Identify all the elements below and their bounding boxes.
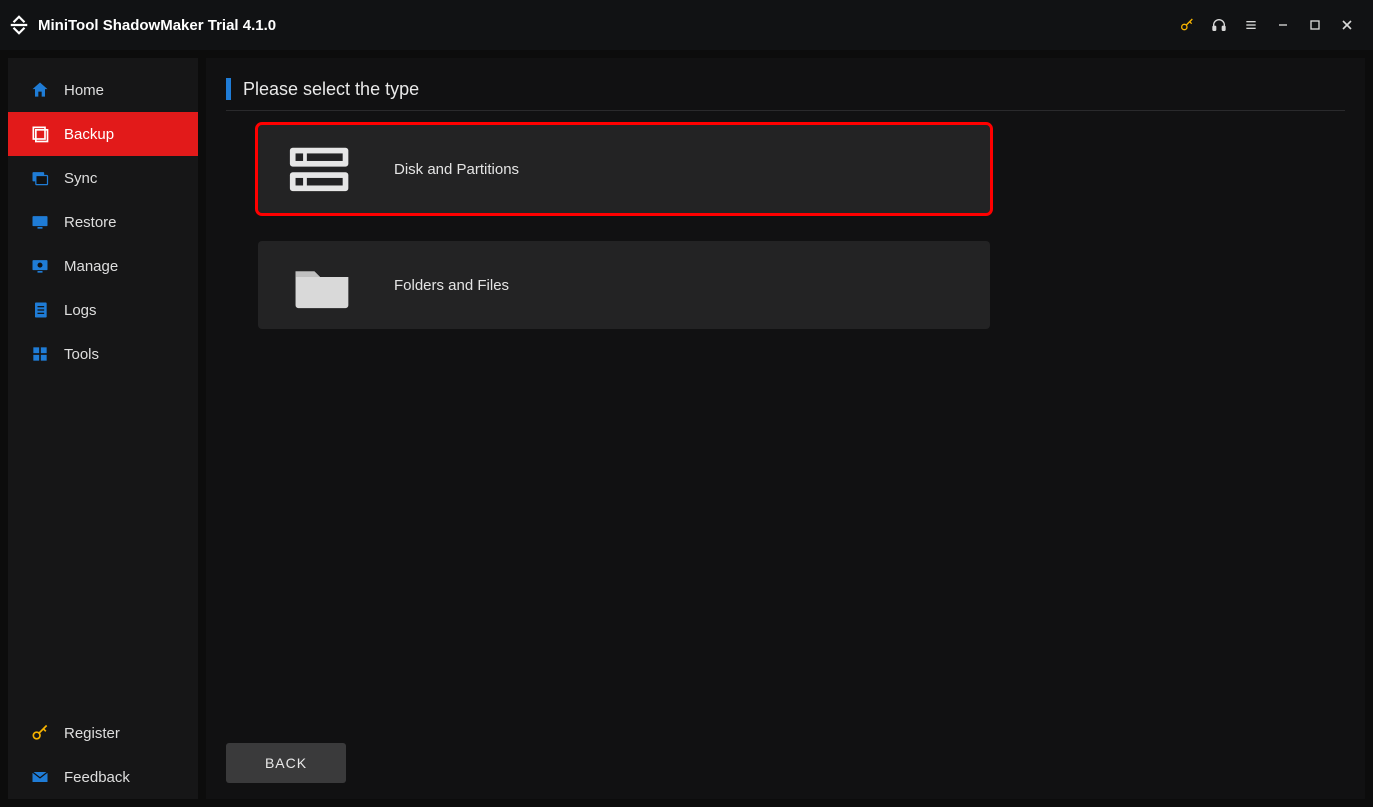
main-panel: Please select the type Disk <box>206 58 1365 799</box>
key-icon <box>30 723 50 743</box>
sidebar: Home Backup Sync <box>8 58 198 799</box>
home-icon <box>30 80 50 100</box>
sidebar-item-register[interactable]: Register <box>8 711 198 755</box>
minimize-button[interactable] <box>1267 9 1299 41</box>
sidebar-item-label: Register <box>64 725 120 742</box>
titlebar-headset-button[interactable] <box>1203 9 1235 41</box>
app-body: Home Backup Sync <box>0 50 1373 807</box>
option-label: Disk and Partitions <box>394 161 519 178</box>
titlebar: MiniTool ShadowMaker Trial 4.1.0 <box>0 0 1373 50</box>
manage-icon <box>30 256 50 276</box>
sidebar-item-label: Sync <box>64 170 97 187</box>
sidebar-item-tools[interactable]: Tools <box>8 332 198 376</box>
sidebar-item-sync[interactable]: Sync <box>8 156 198 200</box>
tools-icon <box>30 344 50 364</box>
footer-row: BACK <box>226 743 346 783</box>
mail-icon <box>30 767 50 787</box>
sidebar-item-home[interactable]: Home <box>8 68 198 112</box>
sidebar-nav: Home Backup Sync <box>8 68 198 376</box>
sidebar-item-manage[interactable]: Manage <box>8 244 198 288</box>
app-title: MiniTool ShadowMaker Trial 4.1.0 <box>38 17 276 34</box>
logs-icon <box>30 300 50 320</box>
sidebar-item-label: Tools <box>64 346 99 363</box>
option-label: Folders and Files <box>394 277 509 294</box>
sidebar-item-label: Manage <box>64 258 118 275</box>
option-folders-files[interactable]: Folders and Files <box>258 241 990 329</box>
restore-icon <box>30 212 50 232</box>
option-list: Disk and Partitions Folders and Files <box>226 125 1345 329</box>
folder-icon <box>288 258 354 312</box>
sidebar-item-label: Backup <box>64 126 114 143</box>
sidebar-item-backup[interactable]: Backup <box>8 112 198 156</box>
backup-icon <box>30 124 50 144</box>
option-disk-partitions[interactable]: Disk and Partitions <box>258 125 990 213</box>
heading-accent-bar <box>226 78 231 100</box>
disk-icon <box>288 142 354 196</box>
app-window: MiniTool ShadowMaker Trial 4.1.0 <box>0 0 1373 807</box>
sync-icon <box>30 168 50 188</box>
sidebar-item-label: Home <box>64 82 104 99</box>
maximize-button[interactable] <box>1299 9 1331 41</box>
app-logo-icon <box>8 14 30 36</box>
sidebar-item-label: Feedback <box>64 769 130 786</box>
heading-row: Please select the type <box>226 78 1345 111</box>
sidebar-bottom: Register Feedback <box>8 711 198 799</box>
page-heading: Please select the type <box>243 79 419 100</box>
titlebar-menu-button[interactable] <box>1235 9 1267 41</box>
sidebar-item-label: Logs <box>64 302 97 319</box>
sidebar-item-restore[interactable]: Restore <box>8 200 198 244</box>
sidebar-item-feedback[interactable]: Feedback <box>8 755 198 799</box>
titlebar-key-button[interactable] <box>1171 9 1203 41</box>
sidebar-item-label: Restore <box>64 214 117 231</box>
close-button[interactable] <box>1331 9 1363 41</box>
back-button[interactable]: BACK <box>226 743 346 783</box>
sidebar-item-logs[interactable]: Logs <box>8 288 198 332</box>
